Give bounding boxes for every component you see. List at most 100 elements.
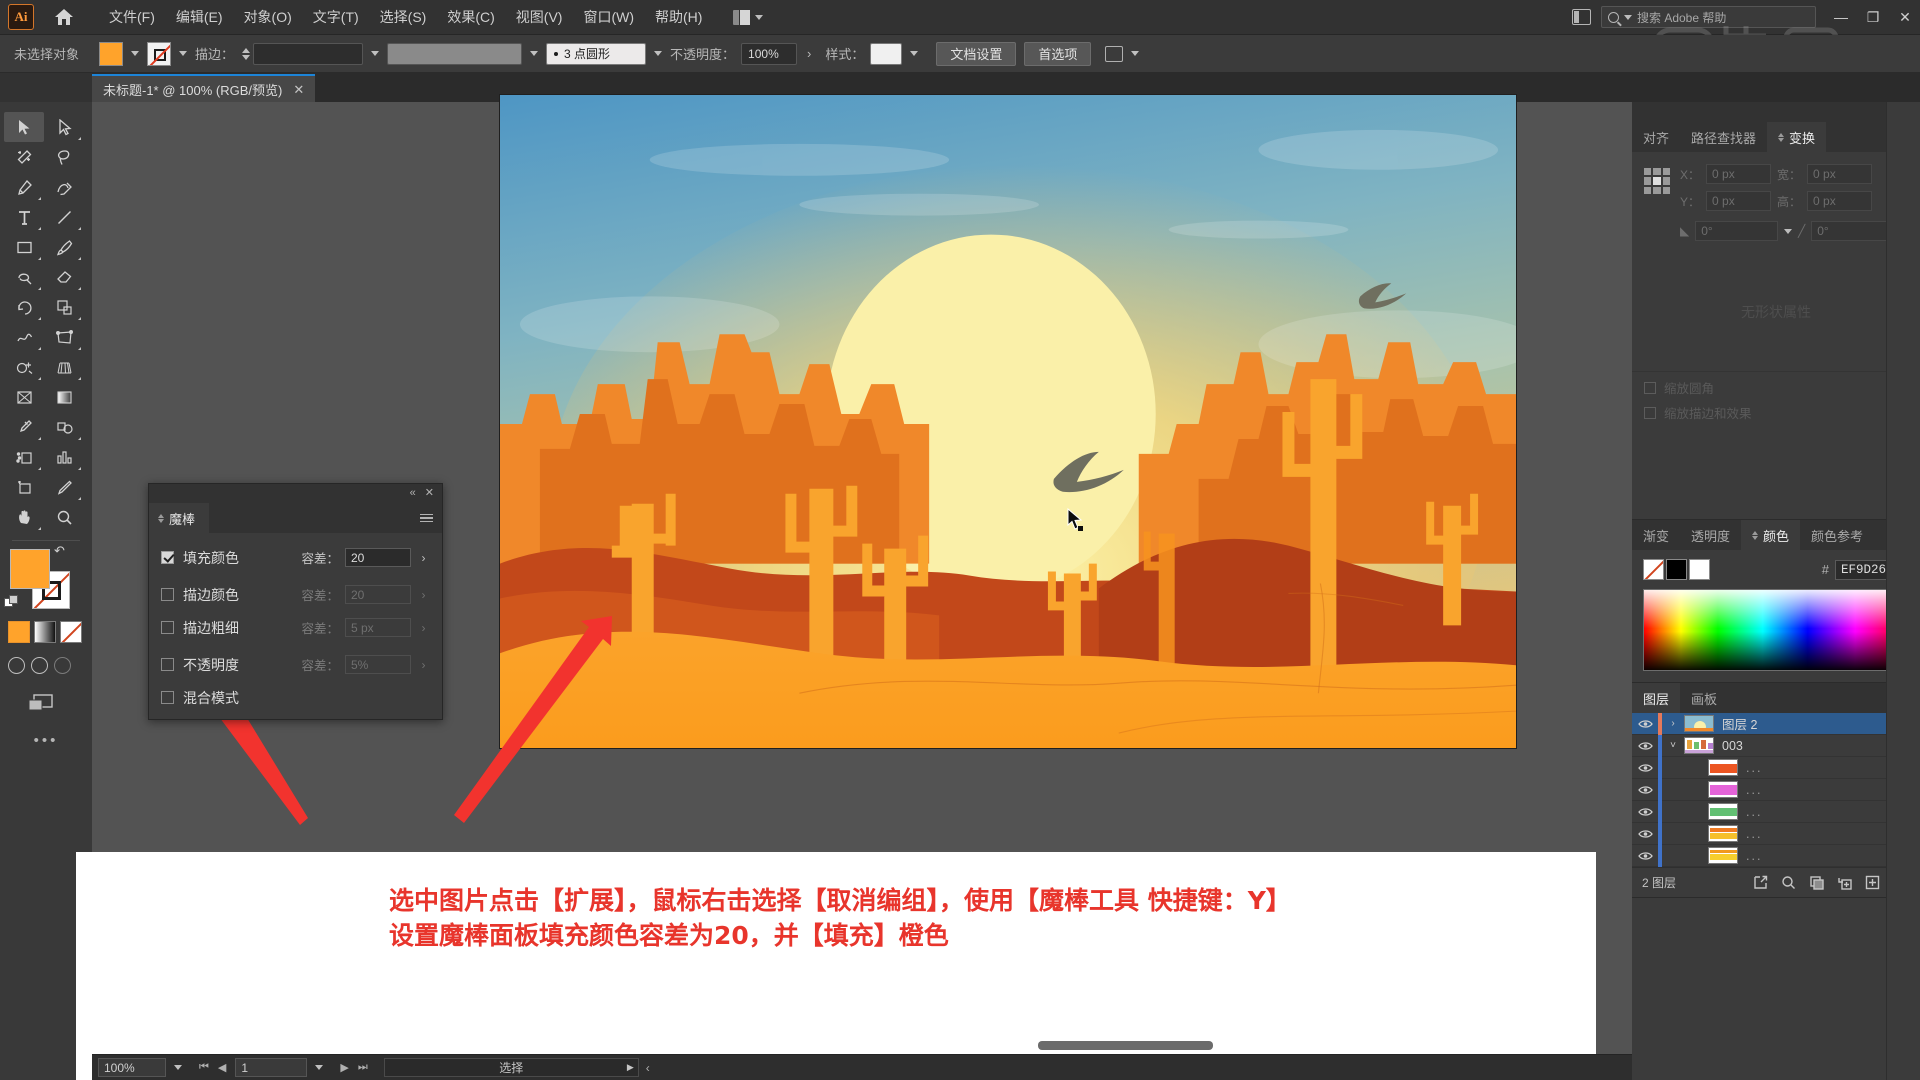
curvature-tool[interactable] xyxy=(44,172,84,202)
lasso-tool[interactable] xyxy=(44,142,84,172)
fill-swatch[interactable] xyxy=(99,41,124,66)
x-input[interactable]: 0 px xyxy=(1706,164,1771,184)
selection-tool[interactable] xyxy=(4,112,44,142)
chevron-down-icon[interactable] xyxy=(131,51,140,56)
horizontal-scrollbar[interactable] xyxy=(1038,1041,1213,1050)
mesh-tool[interactable] xyxy=(4,382,44,412)
new-sublayer-icon[interactable] xyxy=(1830,871,1858,895)
expand-layer-icon[interactable]: › xyxy=(1662,718,1684,729)
scale-corners-checkbox[interactable] xyxy=(1644,381,1656,394)
direct-selection-tool[interactable] xyxy=(44,112,84,142)
black-swatch[interactable] xyxy=(1666,559,1687,580)
column-graph-tool[interactable] xyxy=(44,442,84,472)
artboard-tool[interactable] xyxy=(4,472,44,502)
stroke-swatch[interactable] xyxy=(147,41,172,66)
zoom-tool[interactable] xyxy=(44,502,84,532)
visibility-toggle-icon[interactable] xyxy=(1632,851,1658,861)
object-name[interactable]: ... xyxy=(1746,827,1876,841)
rectangle-tool[interactable] xyxy=(4,232,44,262)
first-artboard-icon[interactable]: ⏮ xyxy=(199,1061,209,1074)
stroke-weight-input[interactable] xyxy=(253,42,364,65)
draw-behind-icon[interactable] xyxy=(31,657,48,674)
object-name[interactable]: ... xyxy=(1746,783,1876,797)
perspective-grid-tool[interactable] xyxy=(44,352,84,382)
menu-effect[interactable]: 效果(C) xyxy=(438,2,503,32)
default-fill-stroke-icon[interactable] xyxy=(4,595,19,610)
color-spectrum[interactable] xyxy=(1643,589,1909,671)
scale-corners-row[interactable]: 缩放圆角 xyxy=(1644,378,1908,397)
scale-strokes-checkbox[interactable] xyxy=(1644,406,1656,419)
last-artboard-icon[interactable]: ⏭ xyxy=(358,1061,368,1074)
close-icon[interactable]: ✕ xyxy=(425,488,434,499)
chevron-down-icon[interactable] xyxy=(174,1065,182,1070)
tab-align[interactable]: 对齐 xyxy=(1632,122,1680,152)
pen-tool[interactable] xyxy=(4,172,44,202)
menu-select[interactable]: 选择(S) xyxy=(371,2,436,32)
blend-mode-row[interactable]: 混合模式 xyxy=(161,684,430,711)
make-mask-icon[interactable] xyxy=(1802,871,1830,895)
next-artboard-icon[interactable]: ▶ xyxy=(340,1061,348,1074)
new-layer-icon[interactable] xyxy=(1858,871,1886,895)
visibility-toggle-icon[interactable] xyxy=(1632,741,1658,751)
swap-fill-stroke-icon[interactable]: ↶ xyxy=(54,543,65,559)
screen-mode-button[interactable] xyxy=(26,692,56,714)
layer-row-1[interactable]: ˅ 003 xyxy=(1632,734,1920,757)
gradient-mode-button[interactable] xyxy=(34,621,56,643)
menu-file[interactable]: 文件(F) xyxy=(100,2,164,32)
fill-color-checkbox[interactable] xyxy=(161,551,174,564)
y-input[interactable]: 0 px xyxy=(1706,191,1771,211)
artboard[interactable] xyxy=(499,94,1517,749)
locate-object-icon[interactable] xyxy=(1746,871,1774,895)
visibility-toggle-icon[interactable] xyxy=(1632,829,1658,839)
stroke-weight-stepper[interactable] xyxy=(242,47,251,60)
opacity-input[interactable]: 100% xyxy=(741,42,798,65)
opacity-checkbox[interactable] xyxy=(161,658,174,671)
free-transform-tool[interactable] xyxy=(44,322,84,352)
opacity-expand-icon[interactable]: › xyxy=(807,46,811,61)
tab-transform[interactable]: 变换 xyxy=(1767,122,1827,152)
blend-tool[interactable] xyxy=(44,412,84,442)
slice-tool[interactable] xyxy=(44,472,84,502)
document-tab[interactable]: 未标题-1* @ 100% (RGB/预览) ✕ xyxy=(92,74,316,102)
object-name[interactable]: ... xyxy=(1746,761,1876,775)
chevron-down-icon[interactable] xyxy=(654,51,663,56)
stroke-weight-checkbox[interactable] xyxy=(161,621,174,634)
layer-row-3[interactable]: ... xyxy=(1632,778,1920,801)
fill-color-row[interactable]: 填充颜色 容差： 20 › xyxy=(161,544,430,571)
menu-view[interactable]: 视图(V) xyxy=(507,2,572,32)
home-icon[interactable] xyxy=(52,5,76,29)
layer-row-6[interactable]: ... xyxy=(1632,844,1920,867)
layer-row-5[interactable]: ... xyxy=(1632,822,1920,845)
chevron-down-icon[interactable] xyxy=(179,51,188,56)
visibility-toggle-icon[interactable] xyxy=(1632,763,1658,773)
artboard-number-input[interactable]: 1 xyxy=(235,1058,308,1077)
tab-artboards[interactable]: 画板 xyxy=(1680,683,1728,713)
stroke-color-row[interactable]: 描边颜色 容差： 20 › xyxy=(161,581,430,608)
tab-layers[interactable]: 图层 xyxy=(1632,683,1681,713)
stroke-color-checkbox[interactable] xyxy=(161,588,174,601)
status-menu-icon[interactable]: ▶ xyxy=(627,1062,634,1073)
menu-window[interactable]: 窗口(W) xyxy=(574,2,643,32)
chevron-down-icon[interactable] xyxy=(1784,228,1792,234)
paintbrush-tool[interactable] xyxy=(44,232,84,262)
layer-name[interactable]: 图层 2 xyxy=(1722,714,1876,733)
tab-pathfinder[interactable]: 路径查找器 xyxy=(1680,122,1767,152)
shear-input[interactable]: 0° xyxy=(1811,221,1894,241)
status-collapse-icon[interactable]: ‹ xyxy=(646,1061,650,1075)
tab-color-guide[interactable]: 颜色参考 xyxy=(1800,520,1874,550)
graphic-style-swatch[interactable] xyxy=(870,42,903,65)
tab-transparency[interactable]: 透明度 xyxy=(1680,520,1741,550)
search-icon[interactable] xyxy=(1774,871,1802,895)
zoom-level-input[interactable]: 100% xyxy=(98,1058,166,1077)
opacity-row[interactable]: 不透明度 容差： 5% › xyxy=(161,651,430,678)
visibility-toggle-icon[interactable] xyxy=(1632,719,1658,729)
visibility-toggle-icon[interactable] xyxy=(1632,807,1658,817)
scale-tool[interactable] xyxy=(44,292,84,322)
none-swatch[interactable] xyxy=(1643,559,1664,580)
collapse-icon[interactable]: « xyxy=(410,488,416,499)
select-similar-icon[interactable] xyxy=(1105,45,1124,62)
white-swatch[interactable] xyxy=(1689,559,1710,580)
tab-gradient[interactable]: 渐变 xyxy=(1632,520,1680,550)
chevron-down-icon[interactable] xyxy=(910,51,919,56)
fill-tolerance-input[interactable]: 20 xyxy=(345,548,411,567)
